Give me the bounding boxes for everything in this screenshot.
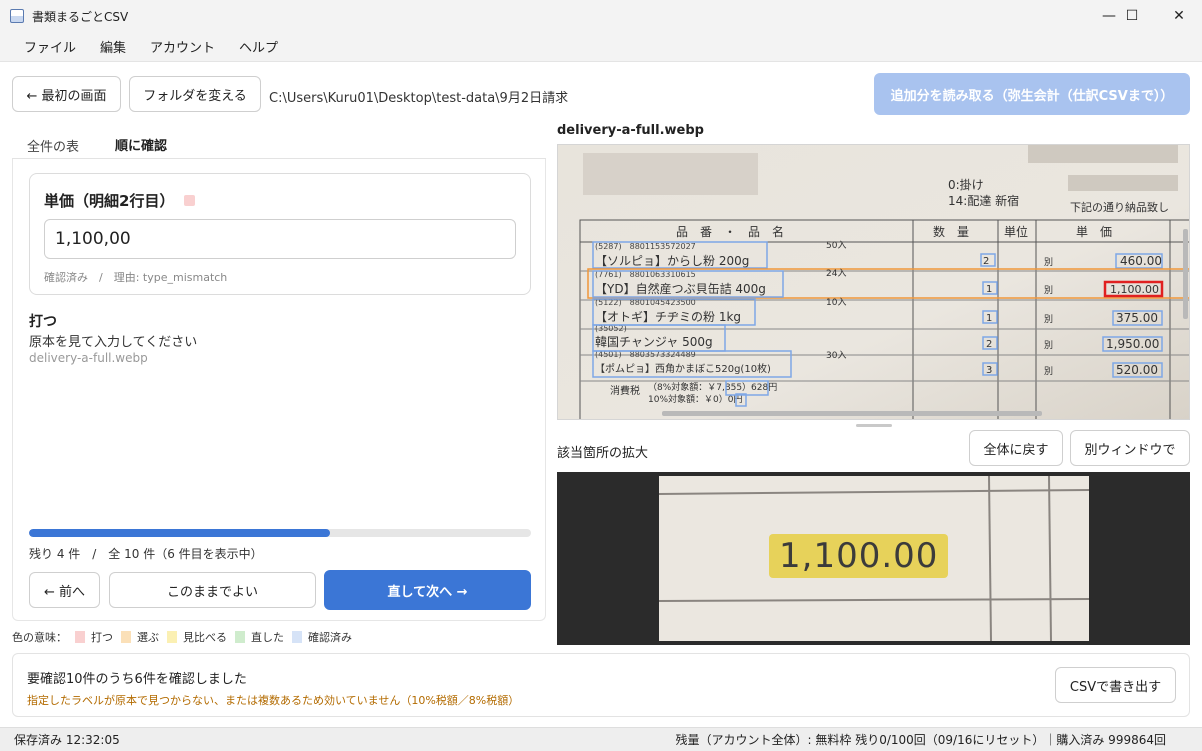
folder-path: C:\Users\Kuru01\Desktop\test-data\9月2日請求 (269, 91, 569, 106)
document-viewer[interactable]: 0:掛け 14:配達 新宿 下記の通り納品致し 品 番 ・ 品 名 数 量 単位… (557, 144, 1190, 420)
back-to-start-button[interactable]: ← 最初の画面 (12, 76, 121, 112)
summary-warning: 指定したラベルが原本で見つからない、または複数あるため効いていません（10%税額… (27, 694, 520, 707)
progress-fill (29, 529, 331, 537)
status-bar: 保存済み 12:32:05 残量（アカウント全体）: 無料枠 残り0/100回（… (0, 727, 1202, 751)
invoice-col-item: 品 番 ・ 品 名 (676, 224, 784, 239)
fix-and-next-button[interactable]: 直して次へ → (324, 570, 531, 610)
zoom-section-label: 該当箇所の拡大 (557, 446, 649, 461)
invoice-header-a: 0:掛け (948, 177, 984, 192)
invoice-image: 0:掛け 14:配達 新宿 下記の通り納品致し 品 番 ・ 品 名 数 量 単位… (558, 145, 1189, 419)
window-title: 書類まるごとCSV (32, 9, 129, 24)
legend-swatch (121, 631, 131, 643)
invoice-row-price: 460.00 (1120, 254, 1162, 268)
progress-bar (29, 529, 531, 537)
invoice-row-pack: 50入 (826, 240, 846, 251)
reason-file-name: delivery-a-full.webp (29, 351, 148, 365)
quota-status: 残量（アカウント全体）: 無料枠 残り0/100回（09/16にリセット）｜購入… (675, 733, 1166, 747)
zoom-viewer: 1,100.00 (557, 472, 1190, 645)
invoice-row-code: (5287) 8801153572027 (595, 242, 696, 251)
main-area: ← 最初の画面 フォルダを変える C:\Users\Kuru01\Desktop… (0, 62, 1202, 727)
invoice-row-price-prefix: 別 (1044, 314, 1053, 325)
menu-bar: ファイル 編集 アカウント ヘルプ (0, 32, 1202, 62)
reset-view-button[interactable]: 全体に戻す (969, 430, 1063, 466)
zoom-image: 1,100.00 (659, 476, 1089, 641)
tab-all-table[interactable]: 全件の表 (15, 130, 91, 160)
invoice-row-pack: 24入 (826, 268, 846, 279)
invoice-row-name: 【YD】自然産つぶ貝缶詰 400g (595, 281, 766, 296)
saved-status: 保存済み 12:32:05 (14, 733, 120, 747)
change-folder-button[interactable]: フォルダを変える (129, 76, 261, 112)
field-color-swatch (184, 195, 196, 206)
legend-swatch (167, 631, 177, 643)
close-button[interactable]: ✕ (1156, 0, 1202, 32)
invoice-row-price: 520.00 (1116, 363, 1158, 377)
invoice-row-name: 韓国チャンジャ 500g (595, 335, 713, 349)
legend-item: 直した (235, 629, 284, 645)
legend-item: 選ぶ (121, 629, 159, 645)
reason-description: 原本を見て入力してください (29, 335, 198, 350)
field-meta: 確認済み / 理由: type_mismatch (44, 271, 228, 284)
legend-item-label: 打つ (91, 631, 113, 644)
menu-edit[interactable]: 編集 (88, 37, 138, 56)
invoice-header-b: 14:配達 新宿 (948, 193, 1019, 208)
invoice-row-price-prefix: 別 (1044, 340, 1053, 351)
review-panel: 単価（明細2行目） 確認済み / 理由: type_mismatch 打つ 原本… (12, 159, 546, 621)
legend-item: 打つ (75, 629, 113, 645)
reason-title: 打つ (29, 314, 57, 330)
invoice-row-name: 【オトギ】チヂミの粉 1kg (595, 310, 741, 324)
invoice-col-price: 単 価 (1076, 225, 1112, 239)
invoice-row-name: 【ポムピョ】西角かまぼこ520g(10枚) (595, 362, 771, 375)
legend-swatch (235, 631, 245, 643)
field-card: 単価（明細2行目） 確認済み / 理由: type_mismatch (29, 173, 531, 295)
field-title-text: 単価（明細2行目） (44, 192, 175, 210)
legend-item-label: 直した (251, 631, 284, 644)
invoice-col-unit: 単位 (1004, 224, 1028, 239)
legend-item: 見比べる (167, 629, 227, 645)
summary-card: 要確認10件のうち6件を確認しました 指定したラベルが原本で見つからない、または… (12, 653, 1190, 717)
open-separate-window-button[interactable]: 別ウィンドウで (1070, 430, 1190, 466)
progress-text: 残り 4 件 / 全 10 件（6 件目を表示中） (29, 547, 263, 561)
invoice-tax-line-8: （8%対象額：￥7,855）628円 (648, 381, 777, 393)
splitter-handle[interactable] (856, 424, 892, 427)
legend-label: 色の意味： (12, 631, 67, 644)
document-file-name: delivery-a-full.webp (557, 123, 704, 138)
invoice-row-pack: 30入 (826, 350, 846, 361)
tab-sequential-review[interactable]: 順に確認 (99, 130, 183, 160)
invoice-row-price: 1,950.00 (1106, 337, 1159, 351)
keep-as-is-button[interactable]: このままでよい (109, 572, 316, 608)
menu-help[interactable]: ヘルプ (227, 37, 290, 56)
app-icon (10, 9, 24, 23)
legend-swatch (292, 631, 302, 643)
zoom-highlighted-value: 1,100.00 (769, 534, 949, 578)
invoice-col-qty: 数 量 (933, 224, 969, 239)
legend-item-label: 選ぶ (137, 631, 159, 644)
invoice-tax-label: 消費税 (610, 384, 640, 397)
legend-item: 確認済み (292, 629, 352, 645)
invoice-row-price: 375.00 (1116, 311, 1158, 325)
read-more-button[interactable]: 追加分を読み取る（弥生会計（仕訳CSVまで）） (874, 73, 1190, 115)
menu-file[interactable]: ファイル (12, 37, 88, 56)
field-title: 単価（明細2行目） (44, 190, 196, 211)
color-legend: 色の意味： 打つ 選ぶ 見比べる 直した 確認済み (12, 629, 352, 645)
invoice-row-price-prefix: 別 (1044, 257, 1053, 268)
summary-title: 要確認10件のうち6件を確認しました (27, 672, 247, 687)
legend-item-label: 確認済み (308, 631, 352, 644)
invoice-row-price-prefix: 別 (1044, 366, 1053, 377)
legend-swatch (75, 631, 85, 643)
invoice-row-price-prefix: 別 (1044, 285, 1053, 296)
invoice-row-pack: 10入 (826, 297, 846, 308)
field-value-input[interactable] (44, 219, 516, 259)
invoice-row-price: 1,100.00 (1110, 283, 1159, 296)
prev-button[interactable]: ← 前へ (29, 572, 100, 608)
legend-item-label: 見比べる (183, 631, 227, 644)
invoice-header-c: 下記の通り納品致し (1070, 200, 1169, 214)
export-csv-button[interactable]: CSVで書き出す (1055, 667, 1176, 703)
menu-account[interactable]: アカウント (138, 37, 227, 56)
maximize-button[interactable]: ☐ (1109, 0, 1155, 32)
invoice-row-name: 【ソルピョ】からし粉 200g (595, 254, 749, 268)
title-bar: 書類まるごとCSV — ☐ ✕ (0, 0, 1202, 32)
